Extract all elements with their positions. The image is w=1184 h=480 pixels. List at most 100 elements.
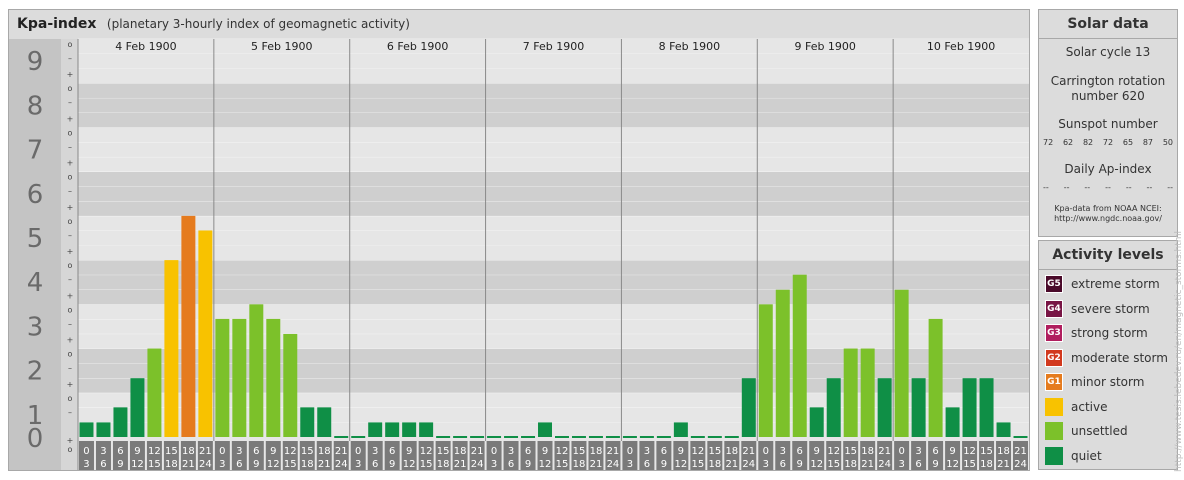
hour-end-label: 15 (420, 459, 433, 470)
kp-bar (758, 304, 773, 437)
kp-bar (385, 422, 400, 437)
sub-tick-symbol: – (68, 54, 72, 63)
hour-end-label: 21 (861, 459, 874, 470)
hour-end-label: 18 (844, 459, 857, 470)
legend-swatch: G1 (1045, 373, 1063, 391)
kp-bar (555, 436, 569, 438)
hour-start-label: 0 (219, 446, 225, 457)
kp-bar (928, 318, 943, 437)
legend-label: unsettled (1071, 424, 1128, 438)
solar-data-title: Solar data (1067, 16, 1149, 32)
legend-swatch (1045, 446, 1063, 465)
sub-tick-symbol: – (68, 142, 72, 151)
hour-start-label: 9 (542, 446, 548, 457)
sub-tick-symbol: + (67, 291, 74, 300)
grid-band (78, 97, 1029, 113)
grid-band (78, 215, 1029, 231)
hour-start-label: 21 (471, 446, 484, 457)
day-label: 4 Feb 1900 (115, 40, 176, 53)
kp-bar (368, 422, 383, 437)
hour-start-label: 15 (980, 446, 993, 457)
sub-tick-symbol: – (68, 98, 72, 107)
kp-bar (249, 304, 264, 437)
sub-tick-symbol: + (67, 203, 74, 212)
kp-bar (147, 348, 162, 437)
sub-tick-symbol: o (68, 128, 73, 137)
legend-item-moderate-storm: G2 moderate storm (1045, 348, 1168, 367)
sub-tick-symbol: o (68, 217, 73, 226)
kp-bar (741, 378, 756, 437)
hour-end-label: 15 (284, 459, 297, 470)
sub-tick-symbol: o (68, 40, 73, 49)
source-line-2: http://www.ngdc.noaa.gov/ (1054, 214, 1162, 223)
hour-end-label: 21 (454, 459, 467, 470)
grid-band (78, 156, 1029, 172)
day-label: 9 Feb 1900 (794, 40, 855, 53)
legend-label: moderate storm (1071, 350, 1168, 365)
kp-bar (605, 436, 620, 438)
grid-band (78, 230, 1029, 246)
hour-end-label: 18 (165, 459, 178, 470)
hour-end-label: 21 (725, 459, 738, 470)
grid-band (78, 304, 1029, 320)
hour-start-label: 21 (742, 446, 755, 457)
hour-start-label: 6 (797, 446, 803, 457)
kp-bar (843, 348, 858, 437)
kp-bar (487, 436, 502, 438)
hour-start-label: 3 (372, 446, 378, 457)
kp-bar (538, 422, 552, 437)
legend-item-strong-storm: G3 strong storm (1045, 324, 1148, 342)
day-label: 6 Feb 1900 (387, 40, 448, 53)
kp-bar (419, 422, 434, 437)
hour-start-label: 9 (270, 446, 276, 457)
kp-bar (1013, 436, 1028, 438)
hour-start-label: 6 (525, 446, 531, 457)
sub-tick-symbol: + (67, 70, 74, 79)
hour-end-label: 6 (372, 459, 378, 470)
kp-bar (351, 436, 366, 438)
y-tick-label: 7 (27, 136, 44, 166)
legend-item-quiet: quiet (1045, 446, 1102, 465)
kp-bar (911, 378, 926, 437)
hour-end-label: 12 (403, 459, 416, 470)
legend-swatch: G3 (1045, 324, 1063, 342)
sub-tick-symbol: o (68, 84, 73, 93)
legend-item-severe-storm: G4 severe storm (1045, 299, 1150, 318)
sub-tick-symbol: o (68, 173, 73, 182)
hour-end-label: 24 (878, 459, 891, 470)
grid-band (78, 245, 1029, 261)
kp-bar (334, 436, 349, 438)
hour-end-label: 12 (810, 459, 823, 470)
kp-bar (130, 378, 145, 437)
solar-title-divider (1039, 38, 1177, 39)
sunspot-value-4: 65 (1122, 138, 1134, 147)
legend-item-unsettled: unsettled (1045, 422, 1128, 440)
solar-cycle: Solar cycle 13 (1065, 45, 1151, 59)
y-tick-label: 6 (27, 180, 44, 210)
hour-start-label: 21 (335, 446, 348, 457)
hour-end-label: 15 (148, 459, 161, 470)
hour-start-label: 3 (508, 446, 514, 457)
hour-end-label: 18 (437, 459, 450, 470)
legend-label: extreme storm (1071, 277, 1160, 291)
hour-end-label: 6 (100, 459, 106, 470)
legend-label: strong storm (1071, 326, 1148, 340)
sunspot-value-5: 87 (1142, 138, 1154, 147)
legend-swatch (1045, 422, 1063, 440)
hour-start-label: 21 (878, 446, 891, 457)
hour-start-label: 9 (678, 446, 684, 457)
sub-tick-symbol: o (68, 394, 73, 403)
hour-end-label: 18 (301, 459, 314, 470)
kp-bar (79, 422, 94, 437)
ap-value-0: -- (1043, 183, 1049, 192)
hour-start-label: 18 (861, 446, 874, 457)
hour-end-label: 15 (963, 459, 976, 470)
hour-start-label: 12 (691, 446, 704, 457)
hour-start-label: 0 (491, 446, 497, 457)
kp-bar (96, 422, 111, 437)
hour-start-label: 21 (1014, 446, 1027, 457)
hour-end-label: 12 (539, 459, 552, 470)
hour-end-label: 9 (253, 459, 259, 470)
sunspot-value-1: 62 (1062, 138, 1074, 147)
legend-swatch: G4 (1045, 299, 1063, 318)
